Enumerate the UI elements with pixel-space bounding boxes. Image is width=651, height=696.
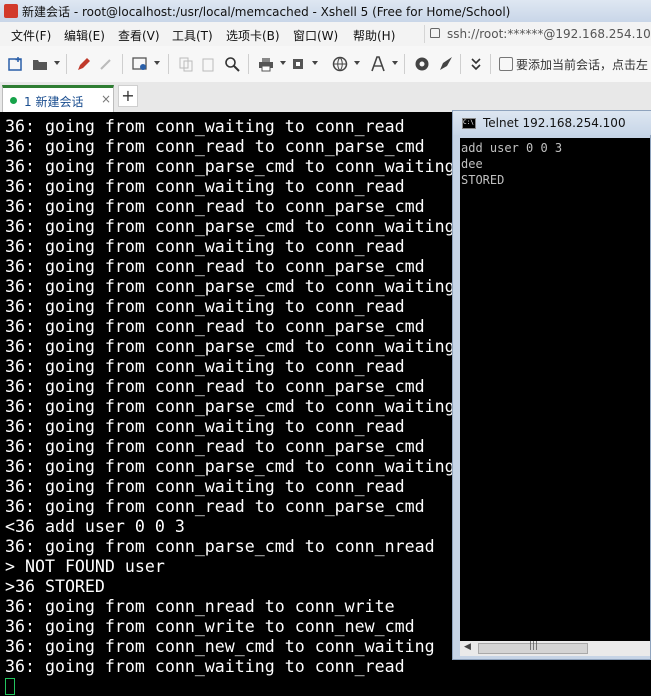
toolbar-separator (248, 54, 249, 74)
terminal-line: 36: going from conn_nread to conn_write (5, 597, 395, 616)
add-tab-button[interactable]: + (118, 85, 138, 107)
terminal-line: 36: going from conn_parse_cmd to conn_wa… (5, 157, 455, 176)
scrollbar-thumb[interactable]: ||| (478, 641, 588, 654)
terminal-line: 36: going from conn_parse_cmd to conn_wa… (5, 277, 455, 296)
terminal-line: 36: going from conn_waiting to conn_read (5, 477, 405, 496)
menu-tabs[interactable]: 选项卡(B) (226, 27, 280, 44)
terminal-line: 36: going from conn_read to conn_parse_c… (5, 377, 425, 396)
terminal-line: 36: going from conn_waiting to conn_read (5, 297, 405, 316)
menu-bar: 文件(F) 编辑(E) 查看(V) 工具(T) 选项卡(B) 窗口(W) 帮助(… (0, 22, 651, 47)
menu-help[interactable]: 帮助(H) (353, 27, 395, 44)
menu-view[interactable]: 查看(V) (118, 27, 160, 44)
chevron-down-icon[interactable] (312, 61, 318, 65)
toolbar-separator (460, 54, 461, 74)
terminal-line: <36 add user 0 0 3 (5, 517, 185, 536)
add-session-notice[interactable]: 要添加当前会话，点击左 (516, 56, 648, 73)
terminal-line: 36: going from conn_read to conn_parse_c… (5, 317, 425, 336)
terminal-line: 36: going from conn_read to conn_parse_c… (5, 257, 425, 276)
chevron-down-icon[interactable] (354, 61, 360, 65)
terminal-line: >36 STORED (5, 577, 105, 596)
terminal-line: 36: going from conn_waiting to conn_read (5, 417, 405, 436)
compose-icon[interactable] (438, 56, 454, 72)
telnet-console[interactable]: add user 0 0 3 dee STORED (460, 138, 650, 641)
terminal-line: 36: going from conn_read to conn_parse_c… (5, 437, 425, 456)
scroll-left-icon[interactable]: ◀ (464, 642, 471, 652)
open-folder-icon[interactable] (32, 56, 48, 72)
address-bar[interactable]: ssh://root:******@192.168.254.100:2 (424, 25, 651, 43)
terminal-line: 36: going from conn_parse_cmd to conn_wa… (5, 457, 455, 476)
telnet-line: STORED (461, 173, 505, 187)
toolbar: 要添加当前会话，点击左 (0, 46, 651, 83)
terminal-line: 36: going from conn_parse_cmd to conn_wa… (5, 397, 455, 416)
chevron-down-icon[interactable] (392, 61, 398, 65)
telnet-line: add user 0 0 3 (461, 141, 563, 155)
xftp-icon[interactable] (414, 56, 430, 72)
toolbar-separator (66, 54, 67, 74)
terminal-line: 36: going from conn_write to conn_new_cm… (5, 617, 415, 636)
properties-icon[interactable] (98, 56, 114, 72)
terminal-line: 36: going from conn_new_cmd to conn_wait… (5, 637, 435, 656)
menu-file[interactable]: 文件(F) (11, 27, 51, 44)
terminal-line: 36: going from conn_read to conn_parse_c… (5, 497, 425, 516)
xshell-app-icon (4, 4, 18, 18)
more-icon[interactable] (468, 56, 484, 72)
menu-edit[interactable]: 编辑(E) (64, 27, 105, 44)
session-settings-icon[interactable] (132, 56, 148, 72)
paste-icon[interactable] (200, 56, 216, 72)
terminal-line: 36: going from conn_read to conn_parse_c… (5, 137, 425, 156)
toolbar-separator (404, 54, 405, 74)
terminal-line: 36: going from conn_waiting to conn_read (5, 117, 405, 136)
copy-icon[interactable] (178, 56, 194, 72)
tab-bar: 1 新建会话 × + (0, 82, 651, 113)
globe-icon[interactable] (332, 56, 348, 72)
address-text: ssh://root:******@192.168.254.100:2 (447, 27, 651, 41)
chevron-down-icon[interactable] (154, 61, 160, 65)
close-icon[interactable]: × (101, 92, 111, 106)
terminal-line: 36: going from conn_read to conn_parse_c… (5, 197, 425, 216)
terminal-line: 36: going from conn_waiting to conn_read (5, 237, 405, 256)
toolbar-separator (168, 54, 169, 74)
chevron-down-icon[interactable] (54, 61, 60, 65)
notice-icon (499, 57, 513, 71)
transfer-icon[interactable] (290, 56, 306, 72)
window-title: 新建会话 - root@localhost:/usr/local/memcach… (22, 5, 511, 19)
telnet-line: dee (461, 157, 483, 171)
terminal-line: > NOT FOUND user (5, 557, 165, 576)
menu-tools[interactable]: 工具(T) (172, 27, 213, 44)
menu-window[interactable]: 窗口(W) (293, 27, 338, 44)
terminal-cursor (5, 678, 15, 695)
new-session-icon[interactable] (8, 56, 24, 72)
font-icon[interactable] (370, 56, 386, 72)
terminal-line: 36: going from conn_waiting to conn_read (5, 357, 405, 376)
telnet-titlebar[interactable]: C:\ Telnet 192.168.254.100 (453, 111, 651, 135)
toolbar-separator (122, 54, 123, 74)
toolbar-separator (490, 54, 491, 74)
edit-icon[interactable] (76, 56, 92, 72)
tab-label: 1 新建会话 (24, 95, 84, 109)
terminal-line: 36: going from conn_waiting to conn_read (5, 657, 405, 676)
horizontal-scrollbar[interactable]: ◀ ||| (460, 641, 650, 656)
tab-session[interactable]: 1 新建会话 × (2, 85, 114, 112)
window-titlebar: 新建会话 - root@localhost:/usr/local/memcach… (0, 0, 651, 23)
print-icon[interactable] (258, 56, 274, 72)
telnet-window[interactable]: C:\ Telnet 192.168.254.100 add user 0 0 … (452, 110, 651, 660)
chevron-down-icon[interactable] (280, 61, 286, 65)
terminal-line: 36: going from conn_parse_cmd to conn_wa… (5, 337, 455, 356)
terminal-line: 36: going from conn_waiting to conn_read (5, 177, 405, 196)
telnet-title: Telnet 192.168.254.100 (483, 116, 626, 130)
terminal-line: 36: going from conn_parse_cmd to conn_nr… (5, 537, 435, 556)
tab-status-dot (10, 97, 17, 104)
grip-icon: ||| (529, 641, 539, 651)
console-icon: C:\ (462, 118, 476, 129)
terminal-line: 36: going from conn_parse_cmd to conn_wa… (5, 217, 455, 236)
find-icon[interactable] (224, 56, 240, 72)
lock-icon (430, 28, 440, 38)
